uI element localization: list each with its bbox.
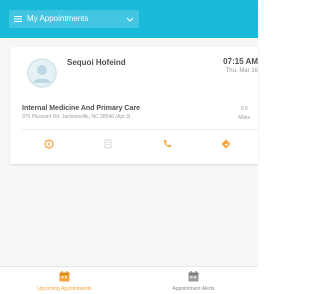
- tab-label: Appointment Alerts: [172, 286, 215, 292]
- appointment-date: Thu, Mar 16: [225, 68, 258, 74]
- appointment-card[interactable]: Sequoi Hofeind 07:15 AM Thu, Mar 16 Inte…: [10, 47, 258, 164]
- info-button[interactable]: [22, 133, 78, 155]
- page-title: My Appointments: [27, 14, 89, 23]
- avatar: [27, 58, 57, 88]
- facility-address: 975 Pleasant Rd, Jacksonville, NC 28546 …: [22, 114, 131, 120]
- call-button[interactable]: [140, 133, 196, 155]
- document-button[interactable]: [81, 133, 137, 155]
- user-icon: [27, 58, 57, 88]
- phone-icon: [163, 140, 171, 148]
- card-actions: [22, 133, 258, 155]
- document-icon: [104, 139, 112, 149]
- directions-icon: [221, 139, 231, 149]
- patient-name: Sequoi Hofeind: [67, 58, 126, 67]
- chevron-down-icon: [126, 17, 134, 22]
- bottom-navigation: Upcoming Appointments Appointment Alerts: [0, 266, 258, 294]
- facility-name: Internal Medicine And Primary Care: [22, 105, 140, 112]
- appointments-dropdown[interactable]: My Appointments: [9, 10, 139, 28]
- info-icon: [44, 139, 54, 149]
- app-bar: My Appointments: [0, 0, 258, 38]
- divider: [22, 129, 258, 130]
- tab-appointment-alerts[interactable]: Appointment Alerts: [129, 267, 258, 294]
- menu-icon: [14, 16, 22, 22]
- calendar-icon: [59, 271, 70, 282]
- appointments-list: Sequoi Hofeind 07:15 AM Thu, Mar 16 Inte…: [0, 38, 258, 266]
- distance-value: 0.0: [240, 106, 248, 112]
- directions-button[interactable]: [199, 133, 255, 155]
- distance-unit: Miles: [238, 115, 250, 121]
- tab-upcoming-appointments[interactable]: Upcoming Appointments: [0, 267, 129, 294]
- distance: 0.0 Miles: [238, 105, 250, 123]
- appointment-time: 07:15 AM: [223, 57, 258, 66]
- tab-label: Upcoming Appointments: [37, 286, 92, 292]
- calendar-alert-icon: [188, 271, 199, 282]
